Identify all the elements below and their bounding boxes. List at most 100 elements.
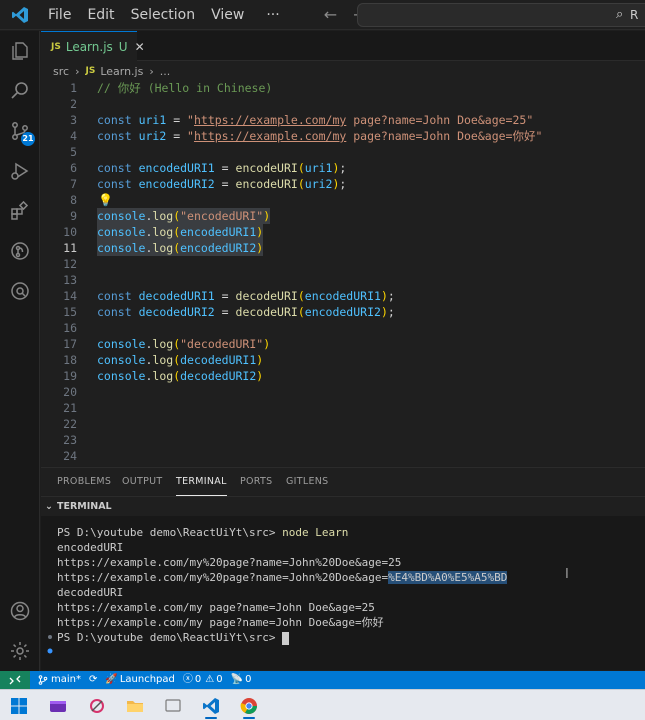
- breadcrumb-file[interactable]: Learn.js: [100, 65, 143, 78]
- code-line: 11 console.log(encodedURI2): [41, 240, 645, 256]
- code-variable: encodedURI2: [180, 241, 257, 255]
- menu-file[interactable]: File: [40, 0, 79, 30]
- line-number: 2: [70, 97, 77, 111]
- problems-indicator[interactable]: ⓧ 0 ⚠ 0: [183, 671, 223, 689]
- lightbulb-icon[interactable]: 💡: [98, 192, 113, 208]
- panel-tab-bar: PROBLEMS OUTPUT TERMINAL PORTS GITLENS: [41, 467, 645, 496]
- code-keyword: const: [97, 129, 132, 143]
- code-function: decodeURI: [235, 289, 298, 303]
- tab-terminal[interactable]: TERMINAL: [176, 468, 227, 496]
- back-arrow-icon[interactable]: ←: [316, 5, 345, 24]
- launchpad[interactable]: 🚀 Launchpad: [105, 671, 175, 689]
- menu-more[interactable]: ···: [258, 0, 287, 30]
- code-string: "encodedURI": [180, 209, 264, 223]
- ports-indicator[interactable]: 📡 0: [231, 671, 252, 689]
- code-object: console: [97, 353, 146, 367]
- code-object: console: [97, 241, 146, 255]
- code-function: encodeURI: [235, 161, 298, 175]
- tab-ports[interactable]: PORTS: [240, 468, 272, 496]
- terminal-line: https://example.com/my page?name=John Do…: [57, 616, 384, 629]
- code-line: 2: [41, 96, 645, 112]
- code-variable: uri1: [304, 161, 333, 175]
- tab-output[interactable]: OUTPUT: [122, 468, 163, 496]
- source-control-icon[interactable]: 21: [0, 111, 40, 151]
- explorer-icon[interactable]: [0, 31, 40, 71]
- line-number: 3: [70, 113, 77, 127]
- code-operator: =: [214, 305, 236, 319]
- code-line: 9 console.log("encodedURI"): [41, 208, 645, 224]
- clipchamp-icon[interactable]: [43, 693, 73, 719]
- warning-icon: ⚠: [205, 674, 215, 685]
- code-variable: encodedURI1: [180, 225, 257, 239]
- terminal-command: node Learn: [282, 526, 349, 539]
- line-number-active: 11: [63, 241, 77, 255]
- search-icon[interactable]: [0, 71, 40, 111]
- code-line: 5: [41, 144, 645, 160]
- command-center-search[interactable]: ⌕ R: [357, 3, 645, 27]
- file-explorer-icon[interactable]: [120, 693, 150, 719]
- code-link[interactable]: https://example.com/my: [194, 113, 346, 127]
- terminal-line: encodedURI: [57, 541, 124, 554]
- tab-gitlens[interactable]: GITLENS: [286, 468, 329, 496]
- code-paren: (: [297, 161, 305, 175]
- tab-problems[interactable]: PROBLEMS: [57, 468, 111, 496]
- code-line: 21: [41, 400, 645, 416]
- windows-taskbar: [0, 689, 645, 720]
- breadcrumb-separator: ›: [149, 64, 154, 78]
- code-line: 16: [41, 320, 645, 336]
- app-window-icon[interactable]: [158, 693, 188, 719]
- chevron-down-icon: ⌄: [45, 501, 53, 512]
- sync-icon[interactable]: ⟳: [89, 671, 97, 689]
- code-keyword: const: [97, 305, 132, 319]
- terminal-section-header[interactable]: ⌄ TERMINAL: [41, 496, 645, 516]
- code-function: encodeURI: [235, 177, 298, 191]
- code-link[interactable]: https://example.com/my: [194, 129, 346, 143]
- terminal-header-label: TERMINAL: [56, 501, 112, 512]
- tab-learn-js[interactable]: JS Learn.js U ✕: [41, 31, 145, 61]
- code-line: 24: [41, 448, 645, 464]
- menu-selection[interactable]: Selection: [123, 0, 204, 30]
- code-line: 1 // 你好 (Hello in Chinese): [41, 80, 645, 96]
- code-keyword: const: [97, 161, 132, 175]
- line-number: 1: [70, 81, 77, 95]
- remote-indicator-icon[interactable]: [0, 671, 30, 689]
- chrome-icon[interactable]: [234, 693, 264, 719]
- line-number: 21: [63, 401, 77, 415]
- account-icon[interactable]: [0, 591, 40, 631]
- close-icon[interactable]: ✕: [135, 40, 145, 54]
- extensions-icon[interactable]: [0, 191, 40, 231]
- windows-start-icon[interactable]: [4, 693, 34, 719]
- code-variable: encodedURI2: [138, 177, 215, 191]
- line-number: 12: [63, 257, 77, 271]
- settings-gear-icon[interactable]: [0, 631, 40, 671]
- remote-explorer-icon[interactable]: [0, 271, 40, 311]
- code-variable: decodedURI2: [138, 305, 215, 319]
- terminal[interactable]: PS D:\youtube demo\ReactUiYt\src> node L…: [41, 516, 645, 670]
- menu-edit[interactable]: Edit: [79, 0, 122, 30]
- code-variable: encodedURI1: [304, 289, 381, 303]
- code-variable: uri2: [138, 129, 167, 143]
- run-debug-icon[interactable]: [0, 151, 40, 191]
- code-function: log: [152, 241, 174, 255]
- breadcrumb-more[interactable]: ...: [160, 65, 171, 78]
- menu-view[interactable]: View: [203, 0, 252, 30]
- breadcrumb-folder[interactable]: src: [53, 65, 69, 78]
- code-keyword: const: [97, 113, 132, 127]
- breadcrumb: src › JS Learn.js › ...: [41, 61, 645, 81]
- code-variable: encodedURI2: [304, 305, 381, 319]
- code-object: console: [97, 369, 146, 383]
- code-semicolon: ;: [387, 305, 395, 319]
- code-paren: ): [263, 337, 271, 351]
- source-control-badge: 21: [21, 132, 35, 146]
- code-editor[interactable]: 1 // 你好 (Hello in Chinese) 2 3 const uri1 …: [41, 80, 645, 466]
- search-text: R: [630, 8, 639, 22]
- vscode-logo-icon: [0, 0, 40, 30]
- line-number: 7: [70, 177, 77, 191]
- ports-count: 0: [245, 674, 252, 685]
- gitlens-icon[interactable]: [0, 231, 40, 271]
- snipping-tool-icon[interactable]: [82, 693, 112, 719]
- vscode-taskbar-icon[interactable]: [196, 693, 226, 719]
- js-file-icon: JS: [51, 41, 61, 52]
- tab-label: Learn.js: [65, 39, 113, 54]
- git-branch[interactable]: main*: [38, 671, 81, 689]
